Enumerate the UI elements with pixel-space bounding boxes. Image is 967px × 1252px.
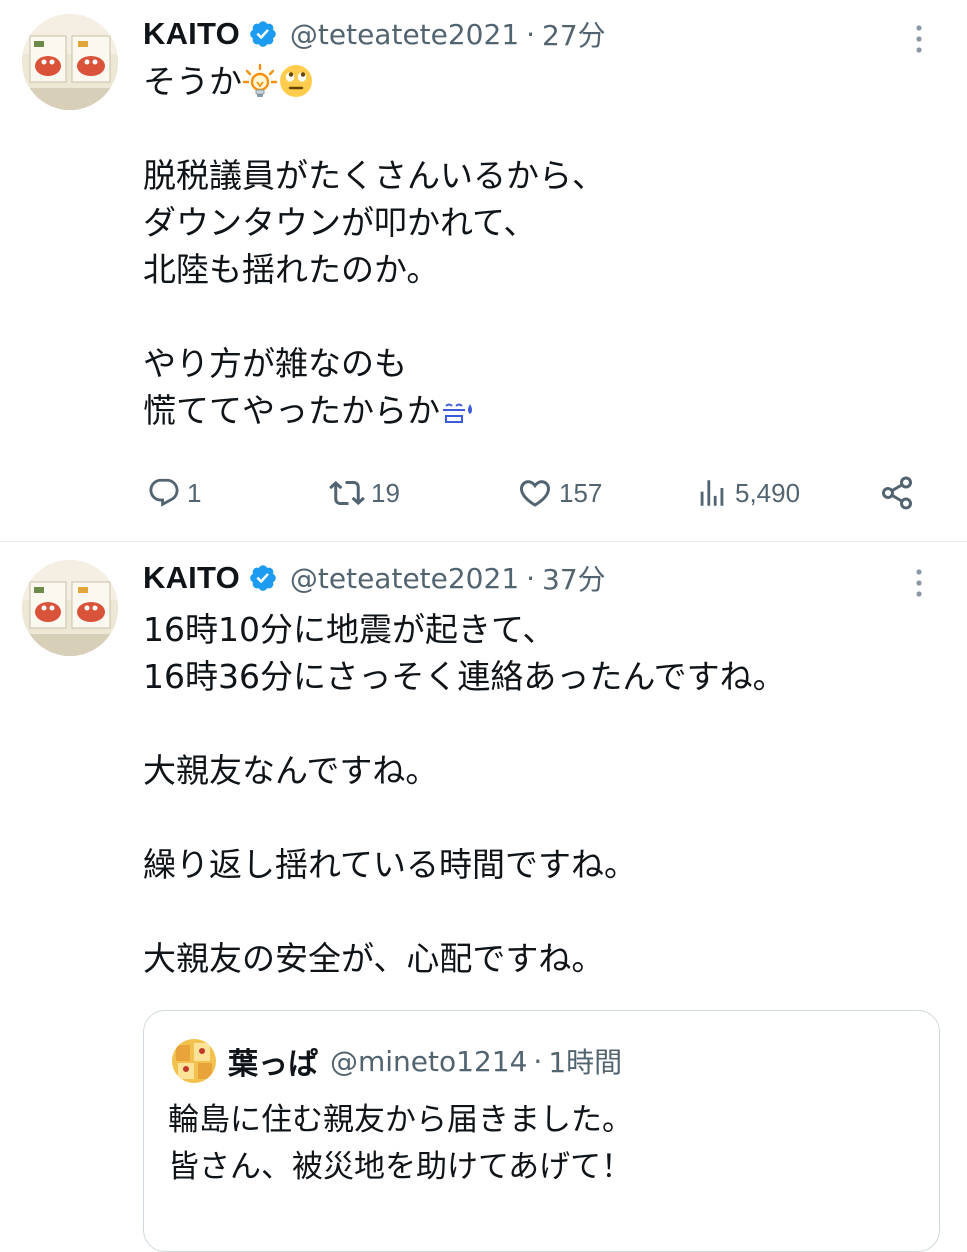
eye-roll-emoji-icon bbox=[280, 65, 312, 97]
quoted-author-name[interactable]: 葉っぱ bbox=[228, 1039, 318, 1083]
quoted-tweet-header: 葉っぱ @mineto1214 · 1時間 bbox=[228, 1039, 622, 1083]
tweet-text-line: 16時10分に地震が起きて、 bbox=[143, 610, 556, 649]
tweet-header: KAITO @teteatete2021 · 37分 bbox=[143, 558, 606, 598]
tweet-text-line bbox=[143, 888, 933, 935]
author-name[interactable]: KAITO bbox=[143, 560, 240, 596]
tweet-text-line: 16時36分にさっそく連絡あったんですね。 bbox=[143, 657, 786, 696]
tweet-text-line bbox=[143, 794, 933, 841]
author-handle[interactable]: @teteatete2021 bbox=[290, 18, 519, 51]
repost-button[interactable]: 19 bbox=[329, 468, 400, 518]
tweet-text-line: やり方が雑なのも bbox=[143, 344, 407, 383]
separator-dot: · bbox=[533, 1044, 543, 1078]
separator-dot: · bbox=[526, 17, 536, 51]
author-avatar[interactable] bbox=[22, 14, 118, 110]
quoted-author-handle[interactable]: @mineto1214 bbox=[330, 1045, 527, 1078]
tweet-text-line: そうか bbox=[143, 58, 933, 105]
tweet-text-line bbox=[143, 293, 933, 340]
repost-icon bbox=[329, 480, 365, 506]
like-button[interactable]: 157 bbox=[517, 468, 602, 518]
more-options-icon[interactable] bbox=[909, 24, 929, 54]
more-options-icon[interactable] bbox=[909, 568, 929, 598]
quoted-tweet-text-line: 皆さん、被災地を助けてあげて！ bbox=[168, 1149, 633, 1185]
tweet-actions: 1 19 157 5,490 bbox=[143, 468, 933, 518]
tweet[interactable]: KAITO @teteatete2021 · 27分 そうか 脱税議員がたくさん… bbox=[0, 0, 967, 542]
author-name[interactable]: KAITO bbox=[143, 16, 240, 52]
tweet-text-line: 北陸も揺れたのか。 bbox=[143, 250, 440, 289]
share-button[interactable] bbox=[879, 468, 915, 518]
author-avatar[interactable] bbox=[22, 560, 118, 656]
verified-badge-icon bbox=[250, 565, 276, 591]
tweet-text: 16時10分に地震が起きて、 16時36分にさっそく連絡あったんですね。 大親友… bbox=[143, 606, 933, 982]
tweet-text-line: 大親友なんですね。 bbox=[143, 751, 439, 790]
share-icon bbox=[882, 476, 912, 510]
verified-badge-icon bbox=[250, 21, 276, 47]
quoted-tweet-timestamp: 1時間 bbox=[548, 1046, 623, 1079]
like-count: 157 bbox=[559, 477, 603, 508]
tweet-text-line bbox=[143, 105, 933, 152]
quoted-tweet-text-line: 輪島に住む親友から届きました。 bbox=[168, 1102, 633, 1138]
tweet-text-line bbox=[143, 700, 933, 747]
views-chart-icon bbox=[700, 480, 724, 506]
quoted-tweet-text: 輪島に住む親友から届きました。 皆さん、被災地を助けてあげて！ bbox=[168, 1097, 928, 1191]
reply-count: 1 bbox=[187, 477, 202, 508]
views-button[interactable]: 5,490 bbox=[695, 468, 800, 518]
sweat-emoji-icon bbox=[443, 403, 472, 423]
quoted-tweet[interactable]: 葉っぱ @mineto1214 · 1時間 輪島に住む親友から届きました。 皆さ… bbox=[143, 1010, 940, 1252]
quoted-author-avatar[interactable] bbox=[172, 1039, 216, 1083]
tweet-text-line: ダウンタウンが叩かれて、 bbox=[143, 203, 537, 242]
tweet-text-line: 繰り返し揺れている時間ですね。 bbox=[143, 845, 638, 884]
reply-button[interactable]: 1 bbox=[147, 468, 201, 518]
author-handle[interactable]: @teteatete2021 bbox=[290, 562, 519, 595]
separator-dot: · bbox=[526, 561, 536, 595]
tweet-text-line: 大親友の安全が、心配ですね。 bbox=[143, 939, 605, 978]
light-bulb-emoji-icon bbox=[242, 63, 278, 97]
reply-icon bbox=[149, 478, 179, 507]
tweet-timestamp[interactable]: 37分 bbox=[542, 558, 606, 598]
repost-count: 19 bbox=[371, 477, 400, 508]
tweet-header: KAITO @teteatete2021 · 27分 bbox=[143, 14, 606, 54]
tweet-timestamp[interactable]: 27分 bbox=[542, 14, 606, 54]
tweet-text-line: 慌ててやったからか bbox=[143, 387, 933, 434]
heart-icon bbox=[519, 480, 551, 507]
tweet-text-line: 脱税議員がたくさんいるから、 bbox=[143, 156, 605, 195]
tweet-text: そうか 脱税議員がたくさんいるから、 ダウンタウンが叩かれて、 北陸も揺れたのか… bbox=[143, 58, 933, 434]
views-count: 5,490 bbox=[735, 477, 801, 508]
